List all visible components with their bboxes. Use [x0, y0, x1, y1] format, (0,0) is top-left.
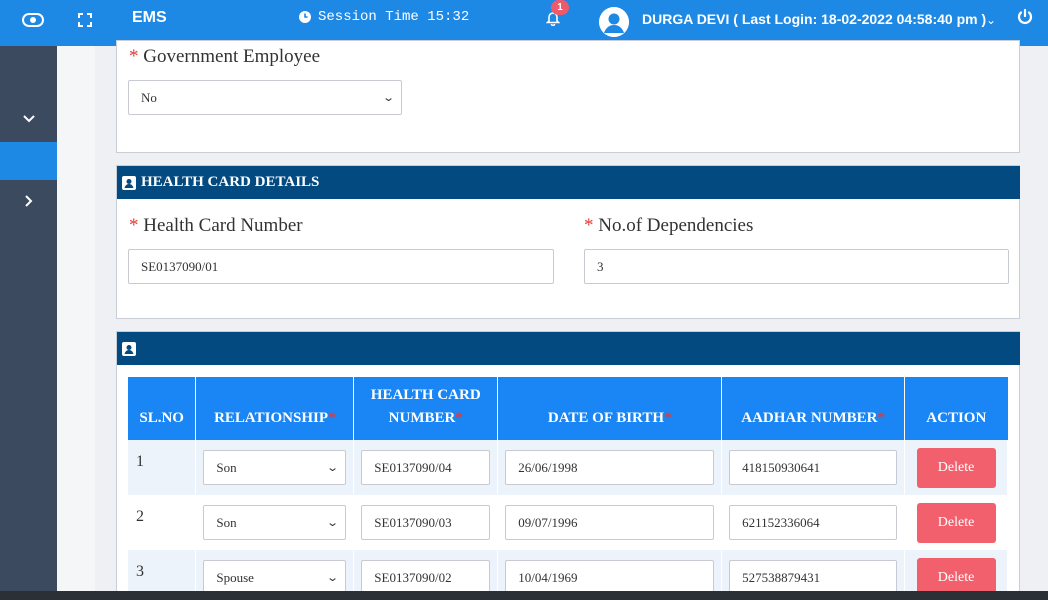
- column-header-action: ACTION: [904, 377, 1008, 440]
- section-title: HEALTH CARD DETAILS: [141, 174, 320, 190]
- delete-button[interactable]: Delete: [916, 447, 996, 488]
- avatar[interactable]: [599, 7, 629, 37]
- contact-card-icon: [122, 341, 136, 356]
- dependents-header: [117, 332, 1020, 365]
- delete-button[interactable]: Delete: [916, 502, 996, 543]
- dependents-panel: SL.NO RELATIONSHIP* HEALTH CARD NUMBER* …: [116, 331, 1020, 600]
- column-header-aadhar: AADHAR NUMBER*: [721, 377, 906, 440]
- action-cell: Delete: [904, 495, 1008, 550]
- chevron-down-icon: ⌄: [381, 92, 395, 104]
- table-row: 2 Son ⌄ SE0137090/03 09/07/1996 62115233…: [128, 495, 1008, 550]
- relationship-select[interactable]: Son ⌄: [203, 505, 347, 540]
- dependencies-label: * No.of Dependencies: [584, 215, 754, 236]
- clock-icon: [299, 11, 311, 23]
- column-header-relationship: RELATIONSHIP*: [195, 377, 355, 440]
- relationship-cell: Son ⌄: [195, 440, 355, 495]
- aadhar-cell: 621152336064: [721, 495, 906, 550]
- dependencies-input[interactable]: 3: [584, 249, 1009, 284]
- contact-card-icon: [122, 175, 136, 190]
- health-card-input[interactable]: SE0137090/02: [361, 560, 491, 595]
- slno-cell: 2: [128, 495, 197, 550]
- sidebar-collapse-item[interactable]: [0, 182, 57, 220]
- action-cell: Delete: [904, 440, 1008, 495]
- content-gutter: [57, 46, 95, 600]
- aadhar-cell: 418150930641: [721, 440, 906, 495]
- health-card-cell: SE0137090/03: [353, 495, 499, 550]
- chevron-down-icon: [22, 115, 35, 123]
- slno-cell: 1: [128, 440, 197, 495]
- sidebar: [0, 46, 57, 600]
- dob-input[interactable]: 09/07/1996: [505, 505, 715, 540]
- required-asterisk: *: [455, 410, 463, 426]
- chevron-down-icon: ⌄: [326, 572, 340, 584]
- notification-badge: 1: [551, 0, 569, 15]
- taskbar-strip: [0, 591, 1048, 600]
- government-employee-panel: * Government Employee No ⌄: [116, 40, 1020, 153]
- aadhar-input[interactable]: 527538879431: [729, 560, 898, 595]
- toggle-icon[interactable]: [20, 9, 46, 31]
- fullscreen-icon[interactable]: [72, 9, 98, 31]
- power-icon[interactable]: [1016, 8, 1038, 30]
- session-time-text: Session Time 15:32: [318, 9, 470, 25]
- health-card-number-label: * Health Card Number: [129, 215, 303, 236]
- government-employee-label: * Government Employee: [129, 46, 321, 67]
- dob-cell: 26/06/1998: [497, 440, 723, 495]
- table-row: 1 Son ⌄ SE0137090/04 26/06/1998 41815093…: [128, 440, 1008, 495]
- column-header-slno: SL.NO: [128, 377, 197, 440]
- health-card-panel: HEALTH CARD DETAILS * Health Card Number…: [116, 165, 1020, 319]
- required-asterisk: *: [129, 215, 139, 236]
- dob-input[interactable]: 10/04/1969: [505, 560, 715, 595]
- user-menu[interactable]: DURGA DEVI ( Last Login: 18-02-2022 04:5…: [642, 11, 986, 27]
- dependents-table: SL.NO RELATIONSHIP* HEALTH CARD NUMBER* …: [128, 377, 1008, 600]
- aadhar-input[interactable]: 621152336064: [729, 505, 898, 540]
- required-asterisk: *: [129, 46, 139, 67]
- aadhar-input[interactable]: 418150930641: [729, 450, 898, 485]
- dob-input[interactable]: 26/06/1998: [505, 450, 715, 485]
- chevron-down-icon: ⌄: [326, 517, 340, 529]
- sidebar-expand-item[interactable]: [0, 100, 57, 138]
- app-name: EMS: [132, 9, 167, 26]
- health-card-input[interactable]: SE0137090/03: [361, 505, 491, 540]
- chevron-right-icon: [24, 195, 32, 207]
- column-header-health-card: HEALTH CARD NUMBER*: [353, 377, 499, 440]
- required-asterisk: *: [584, 215, 594, 236]
- required-asterisk: *: [877, 410, 886, 426]
- required-asterisk: *: [328, 410, 336, 426]
- table-header-row: SL.NO RELATIONSHIP* HEALTH CARD NUMBER* …: [128, 377, 1008, 440]
- health-card-cell: SE0137090/04: [353, 440, 499, 495]
- health-card-number-input[interactable]: SE0137090/01: [128, 249, 554, 284]
- government-employee-select[interactable]: No ⌄: [128, 80, 402, 115]
- session-timer: Session Time 15:32: [298, 9, 469, 25]
- column-header-dob: DATE OF BIRTH*: [497, 377, 723, 440]
- required-asterisk: *: [664, 410, 672, 426]
- dob-cell: 09/07/1996: [497, 495, 723, 550]
- chevron-down-icon[interactable]: ⌄: [986, 13, 996, 27]
- health-card-header: HEALTH CARD DETAILS: [117, 166, 1020, 199]
- chevron-down-icon: ⌄: [326, 462, 340, 474]
- relationship-select[interactable]: Spouse ⌄: [203, 560, 347, 595]
- relationship-cell: Son ⌄: [195, 495, 355, 550]
- relationship-select[interactable]: Son ⌄: [203, 450, 347, 485]
- health-card-input[interactable]: SE0137090/04: [361, 450, 491, 485]
- sidebar-item-active[interactable]: [0, 142, 57, 180]
